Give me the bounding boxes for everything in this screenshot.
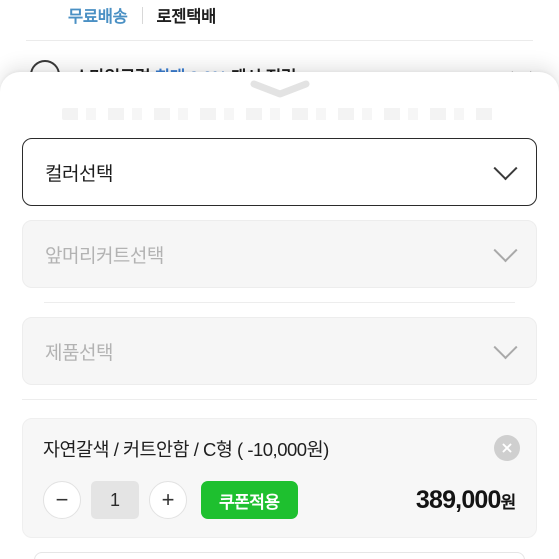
select-color-label: 컬러선택 [45,163,113,185]
option-price-currency: 원 [500,492,517,512]
select-color[interactable]: 컬러선택 [22,138,537,206]
option-select-group: 컬러선택 앞머리커트선택 제품선택 [0,120,559,385]
option-card-divider [22,399,537,400]
chevron-down-icon [493,237,518,262]
selected-option-card: 자연갈색 / 커트안함 / C형 ( -10,000원) − 1 + 쿠폰적용 … [22,418,537,539]
select-group-divider [44,302,515,303]
sheet-collapse-handle[interactable] [0,72,559,106]
apply-coupon-button[interactable]: 쿠폰적용 [201,481,298,520]
option-controls-row: − 1 + 쿠폰적용 389,000원 [43,481,516,520]
obscured-content-placeholder [62,108,497,120]
select-product[interactable]: 제품선택 [22,317,537,385]
selected-option-title: 자연갈색 / 커트안함 / C형 ( -10,000원) [43,439,329,460]
select-product-label: 제품선택 [45,342,113,364]
select-bangs-cut[interactable]: 앞머리커트선택 [22,220,537,288]
free-shipping-label: 무료배송 [68,8,128,26]
increase-quantity-button[interactable]: + [149,481,187,520]
add-extra-option-button[interactable]: + 추가구성 선택하기 [34,552,525,559]
courier-label: 로젠택배 [156,8,217,26]
section-divider [26,40,533,41]
chevron-down-icon [493,334,518,359]
shipping-separator [141,6,143,24]
chevron-down-icon [250,80,309,98]
chevron-down-icon [493,155,518,180]
option-bottom-sheet: 컬러선택 앞머리커트선택 제품선택 자연갈색 / 커트안함 / C형 ( -10… [0,72,559,559]
option-price: 389,000원 [416,486,516,515]
shipping-info-row: 무료배송 로젠택배 [0,0,559,30]
decrease-quantity-button[interactable]: − [43,481,81,520]
close-icon [502,443,512,453]
remove-option-button[interactable] [494,435,520,461]
quantity-stepper: − 1 + [43,481,187,520]
quantity-value[interactable]: 1 [91,481,139,520]
select-bangs-cut-label: 앞머리커트선택 [45,245,164,267]
option-price-amount: 389,000 [415,485,502,514]
